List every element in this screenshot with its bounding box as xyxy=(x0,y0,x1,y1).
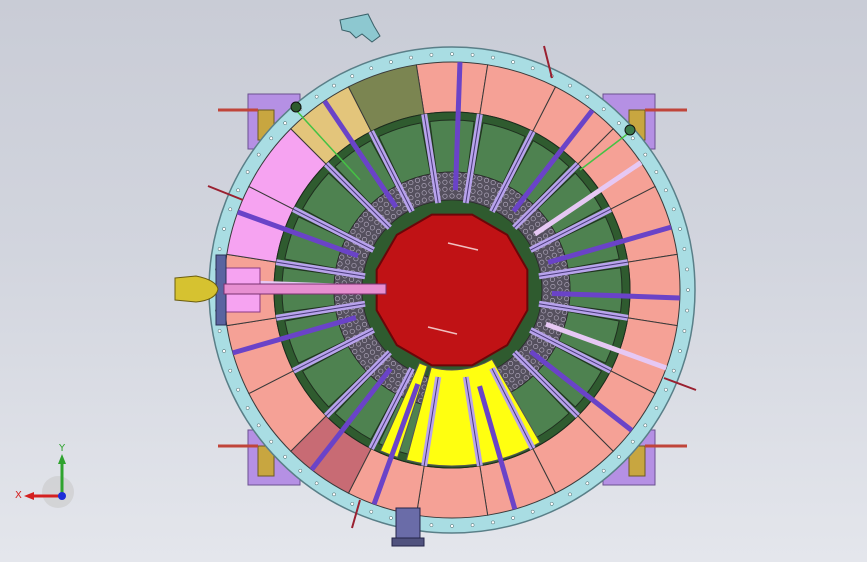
flange-bolt xyxy=(585,94,590,99)
flange-bolt xyxy=(654,170,659,174)
triad-x-arrow xyxy=(24,492,34,500)
flange-bolt xyxy=(332,83,336,88)
flange-bolt xyxy=(429,523,434,527)
shaft xyxy=(223,283,387,295)
flange-bolt xyxy=(491,520,495,525)
flange-bolt xyxy=(269,136,274,141)
axis-triad: Y X xyxy=(15,443,74,508)
flange-bolt xyxy=(568,83,572,88)
flange-bolt xyxy=(671,368,676,373)
flange-bolt xyxy=(585,481,590,486)
flange-bolt xyxy=(601,107,606,112)
flange-bolt xyxy=(314,481,319,486)
flange-bolt xyxy=(601,468,606,473)
flange-bolt xyxy=(511,60,515,64)
flange-bolt xyxy=(671,207,676,212)
flange-bolt xyxy=(664,387,668,392)
hook-clip xyxy=(339,13,381,43)
flange-bolt xyxy=(314,94,319,99)
flange-bolt xyxy=(643,423,648,428)
flange-bolt xyxy=(369,66,374,71)
flange-bolt xyxy=(236,387,240,392)
flange-bolt xyxy=(630,439,635,444)
flange-bolt xyxy=(549,502,554,506)
flange-bolt xyxy=(298,468,303,473)
flange-bolt xyxy=(491,55,495,60)
triad-z-axis-dot xyxy=(58,492,66,500)
flange-bolt xyxy=(222,227,226,231)
flange-bolt xyxy=(217,247,222,251)
flange-bolt xyxy=(409,55,413,60)
flange-bolt xyxy=(682,329,687,333)
flange-bolt xyxy=(511,516,515,520)
flange-bolt xyxy=(228,368,233,373)
flange-bolt xyxy=(470,53,475,57)
wire-fitting-right xyxy=(624,124,636,136)
flange-bolt xyxy=(256,152,261,157)
flange-bolt xyxy=(217,329,222,333)
ring-assembly-model[interactable] xyxy=(174,13,697,547)
flange-bolt xyxy=(236,188,240,193)
flange-bolt xyxy=(222,349,226,353)
outer-segment xyxy=(415,61,489,115)
flange-bolt xyxy=(617,455,621,459)
flange-bolt xyxy=(350,502,355,506)
cad-viewport[interactable] xyxy=(0,0,867,562)
flange-bolt xyxy=(682,247,687,251)
bottom-motor-base xyxy=(391,537,425,547)
flange-bolt xyxy=(685,267,689,272)
flange-bolt xyxy=(256,423,261,428)
flange-bolt xyxy=(450,524,454,528)
flange-bolt xyxy=(686,288,690,292)
flange-bolt xyxy=(283,455,287,459)
flange-bolt xyxy=(530,66,535,71)
flange-bolt xyxy=(530,509,535,514)
triad-y-label: Y xyxy=(58,443,66,454)
flange-bolt xyxy=(283,121,287,125)
flange-bolt xyxy=(678,349,682,353)
green-panel xyxy=(568,267,623,313)
outer-segment xyxy=(627,253,681,327)
triad-origin-disk xyxy=(42,476,74,508)
center-core xyxy=(375,213,529,367)
triad-y-arrow xyxy=(58,454,66,464)
flange-bolt xyxy=(617,121,621,125)
flange-bolt xyxy=(678,227,682,231)
flange-bolt xyxy=(450,52,454,56)
flange-bolt xyxy=(269,439,274,444)
wire-fitting-left xyxy=(290,101,302,113)
flange-bolt xyxy=(350,74,355,78)
triad-x-label: X xyxy=(15,490,22,501)
outer-segment xyxy=(415,465,489,519)
flange-bolt xyxy=(245,170,250,174)
flange-bolt xyxy=(389,516,393,520)
flange-bolt xyxy=(664,188,668,193)
green-panel xyxy=(429,119,475,174)
flange-bolt xyxy=(568,492,572,497)
flange-bolt xyxy=(369,509,374,514)
flange-bolt xyxy=(470,523,475,527)
honeycomb-zone xyxy=(436,171,468,202)
flange-bolt xyxy=(654,406,659,410)
flange-bolt xyxy=(245,406,250,410)
flange-bolt xyxy=(643,152,648,157)
flange-bolt xyxy=(630,136,635,141)
flange-bolt xyxy=(389,60,393,64)
flange-bolt xyxy=(685,308,689,313)
bottom-motor xyxy=(395,507,421,543)
flange-bolt xyxy=(429,53,434,57)
flange-bolt xyxy=(228,207,233,212)
flange-bolt xyxy=(332,492,336,497)
